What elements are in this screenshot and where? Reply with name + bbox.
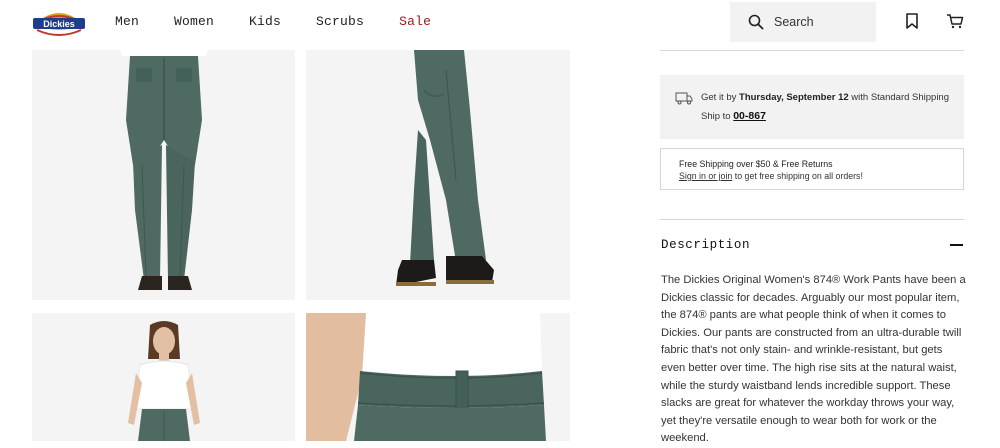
divider-top — [660, 50, 964, 51]
product-image-back-view[interactable] — [32, 50, 295, 300]
truck-icon — [675, 92, 693, 105]
delivery-date: Thursday, September 12 — [739, 92, 849, 103]
ship-to-zip-link[interactable]: 00-867 — [733, 110, 766, 122]
shipping-estimate-panel: Get it by Thursday, September 12 with St… — [660, 75, 964, 139]
sign-in-join-link[interactable]: Sign in or join — [679, 171, 732, 181]
product-image-model-front[interactable] — [32, 313, 295, 441]
nav-item-women[interactable]: Women — [174, 14, 214, 29]
ship-to-line: Ship to 00-867 — [701, 110, 766, 122]
cart-icon[interactable] — [946, 12, 964, 30]
search-button[interactable]: Search — [730, 2, 876, 42]
delivery-suffix: with Standard Shipping — [851, 92, 950, 103]
ship-to-label: Ship to — [701, 111, 731, 122]
minus-icon[interactable] — [950, 244, 963, 246]
description-heading[interactable]: Description — [661, 238, 750, 252]
description-body: The Dickies Original Women's 874® Work P… — [661, 274, 966, 445]
search-label: Search — [774, 15, 814, 29]
svg-text:Dickies: Dickies — [43, 19, 75, 29]
promo-subline: Sign in or join to get free shipping on … — [679, 171, 863, 181]
nav-item-sale[interactable]: Sale — [399, 14, 431, 29]
delivery-prefix: Get it by — [701, 92, 737, 103]
nav-item-kids[interactable]: Kids — [249, 14, 281, 29]
search-icon — [748, 14, 764, 30]
promo-headline: Free Shipping over $50 & Free Returns — [679, 159, 833, 169]
nav-item-scrubs[interactable]: Scrubs — [316, 14, 364, 29]
site-header: Dickies Men Women Kids Scrubs Sale Searc… — [0, 0, 1000, 44]
main-nav: Men Women Kids Scrubs Sale — [115, 14, 466, 29]
divider-description — [660, 219, 964, 220]
delivery-estimate: Get it by Thursday, September 12 with St… — [701, 92, 949, 103]
bookmark-icon[interactable] — [903, 12, 921, 30]
product-image-waistband-detail[interactable] — [306, 313, 570, 441]
nav-item-men[interactable]: Men — [115, 14, 139, 29]
promo-subline-text: to get free shipping on all orders! — [734, 171, 863, 181]
dickies-logo[interactable]: Dickies — [31, 6, 87, 38]
product-image-side-view[interactable] — [306, 50, 570, 300]
free-shipping-promo: Free Shipping over $50 & Free Returns Si… — [660, 148, 964, 190]
